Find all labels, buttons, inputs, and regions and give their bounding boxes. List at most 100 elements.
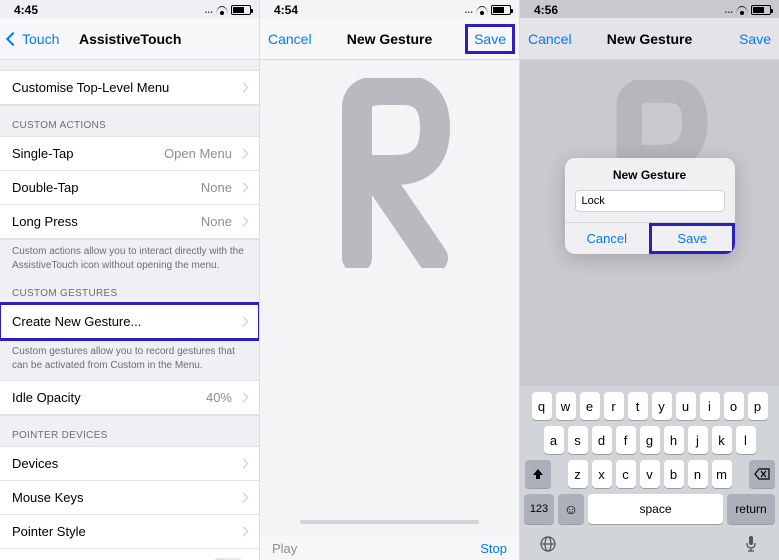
return-key[interactable]: return <box>727 494 775 524</box>
space-key[interactable]: space <box>588 494 723 524</box>
row-label: Single-Tap <box>12 146 73 161</box>
nav-bar: Cancel New Gesture Save <box>260 18 519 60</box>
emoji-key[interactable]: ☺ <box>558 494 584 524</box>
chevron-right-icon <box>239 217 249 227</box>
chevron-right-icon <box>239 149 249 159</box>
scroll-indicator <box>300 520 479 524</box>
create-gesture-row[interactable]: Create New Gesture... <box>0 304 259 339</box>
key-k[interactable]: k <box>712 426 732 454</box>
section-header-pointer: POINTER DEVICES <box>0 416 259 446</box>
pointer-style-row[interactable]: Pointer Style <box>0 514 259 548</box>
row-label: Devices <box>12 456 58 471</box>
signal-icon: ... <box>465 5 473 16</box>
alert-save-button[interactable]: Save <box>649 223 735 254</box>
single-tap-row[interactable]: Single-Tap Open Menu <box>0 136 259 170</box>
key-n[interactable]: n <box>688 460 708 488</box>
row-label: Mouse Keys <box>12 490 84 505</box>
key-p[interactable]: p <box>748 392 768 420</box>
key-w[interactable]: w <box>556 392 576 420</box>
row-value: None <box>201 214 232 229</box>
key-c[interactable]: c <box>616 460 636 488</box>
key-j[interactable]: j <box>688 426 708 454</box>
key-d[interactable]: d <box>592 426 612 454</box>
battery-icon <box>751 5 771 15</box>
double-tap-row[interactable]: Double-Tap None <box>0 170 259 204</box>
wifi-icon <box>476 6 488 15</box>
backspace-key[interactable] <box>749 460 775 488</box>
key-f[interactable]: f <box>616 426 636 454</box>
play-button[interactable]: Play <box>272 541 297 556</box>
key-m[interactable]: m <box>712 460 732 488</box>
key-o[interactable]: o <box>724 392 744 420</box>
gesture-name-input[interactable] <box>575 190 725 212</box>
key-b[interactable]: b <box>664 460 684 488</box>
shift-key[interactable] <box>525 460 551 488</box>
toolbar: Play Stop <box>260 536 519 560</box>
customise-menu-row[interactable]: Customise Top-Level Menu <box>0 70 259 105</box>
onscreen-keyboard-row[interactable]: Show Onscreen Keyboard <box>0 548 259 560</box>
dictation-key[interactable] <box>741 534 761 554</box>
alert-title: New Gesture <box>565 158 735 190</box>
alert-cancel-button[interactable]: Cancel <box>565 223 650 254</box>
row-label: Double-Tap <box>12 180 79 195</box>
cancel-button[interactable]: Cancel <box>528 31 578 47</box>
signal-icon: ... <box>205 5 213 16</box>
key-y[interactable]: y <box>652 392 672 420</box>
idle-opacity-row[interactable]: Idle Opacity 40% <box>0 380 259 415</box>
key-g[interactable]: g <box>640 426 660 454</box>
battery-icon <box>231 5 251 15</box>
row-value: 40% <box>206 390 232 405</box>
status-icons: ... <box>465 5 511 16</box>
section-footer-gestures: Custom gestures allow you to record gest… <box>0 340 259 374</box>
key-t[interactable]: t <box>628 392 648 420</box>
key-h[interactable]: h <box>664 426 684 454</box>
row-label: Long Press <box>12 214 78 229</box>
key-x[interactable]: x <box>592 460 612 488</box>
back-label: Touch <box>22 31 59 47</box>
section-footer-actions: Custom actions allow you to interact dir… <box>0 240 259 274</box>
page-title: New Gesture <box>607 31 693 47</box>
mouse-keys-row[interactable]: Mouse Keys <box>0 480 259 514</box>
key-l[interactable]: l <box>736 426 756 454</box>
nav-bar: Touch AssistiveTouch <box>0 18 259 60</box>
gesture-canvas[interactable] <box>260 60 519 534</box>
section-header-actions: CUSTOM ACTIONS <box>0 106 259 136</box>
key-e[interactable]: e <box>580 392 600 420</box>
nav-bar: Cancel New Gesture Save <box>520 18 779 60</box>
key-a[interactable]: a <box>544 426 564 454</box>
chevron-right-icon <box>239 527 249 537</box>
cancel-button[interactable]: Cancel <box>268 31 318 47</box>
key-s[interactable]: s <box>568 426 588 454</box>
chevron-left-icon <box>6 31 20 45</box>
numbers-key[interactable]: 123 <box>524 494 554 524</box>
status-time: 4:56 <box>534 3 558 17</box>
signal-icon: ... <box>725 5 733 16</box>
row-label: Pointer Style <box>12 524 86 539</box>
row-value: Open Menu <box>164 146 232 161</box>
key-i[interactable]: i <box>700 392 720 420</box>
row-value: None <box>201 180 232 195</box>
key-u[interactable]: u <box>676 392 696 420</box>
key-v[interactable]: v <box>640 460 660 488</box>
section-header-gestures: CUSTOM GESTURES <box>0 274 259 304</box>
back-button[interactable]: Touch <box>8 31 59 47</box>
status-time: 4:45 <box>14 3 38 17</box>
devices-row[interactable]: Devices <box>0 446 259 480</box>
wifi-icon <box>216 6 228 15</box>
globe-key[interactable] <box>538 534 558 554</box>
status-icons: ... <box>725 5 771 16</box>
save-button[interactable]: Save <box>721 31 771 47</box>
key-r[interactable]: r <box>604 392 624 420</box>
save-button[interactable]: Save <box>465 24 515 54</box>
key-q[interactable]: q <box>532 392 552 420</box>
keyboard: qwertyuiop asdfghjkl zxcvbnm 123 ☺ space… <box>520 386 779 560</box>
name-gesture-alert: New Gesture Cancel Save <box>565 158 735 254</box>
chevron-right-icon <box>239 83 249 93</box>
key-z[interactable]: z <box>568 460 588 488</box>
chevron-right-icon <box>239 393 249 403</box>
stop-button[interactable]: Stop <box>480 541 507 556</box>
long-press-row[interactable]: Long Press None <box>0 204 259 239</box>
status-time: 4:54 <box>274 3 298 17</box>
row-label: Idle Opacity <box>12 390 81 405</box>
chevron-right-icon <box>239 493 249 503</box>
